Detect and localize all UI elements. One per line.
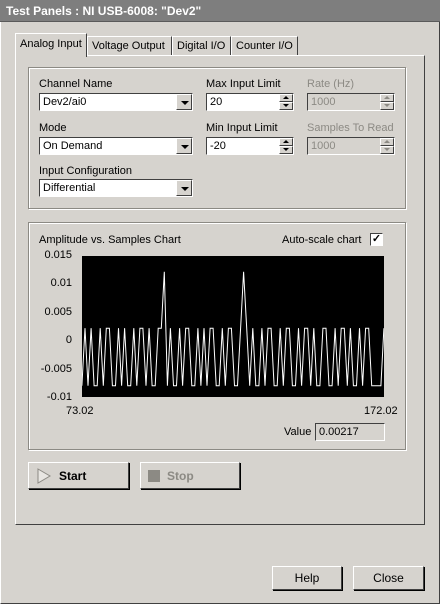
chevron-down-icon[interactable]: [176, 138, 192, 154]
increment-icon[interactable]: [279, 94, 293, 102]
y-tick-label: -0.005: [40, 363, 72, 375]
rate-field: 1000: [307, 93, 395, 111]
increment-icon: [380, 138, 394, 146]
decrement-icon[interactable]: [279, 102, 293, 110]
value-display: 0.00217: [315, 423, 385, 441]
x-tick-label: 172.02: [364, 405, 398, 417]
y-tick-label: -0.01: [46, 391, 72, 403]
tab-voltage-output[interactable]: Voltage Output: [87, 36, 172, 56]
chart-title: Amplitude vs. Samples Chart: [39, 234, 181, 246]
tab-digital-io[interactable]: Digital I/O: [172, 36, 231, 56]
decrement-icon[interactable]: [279, 146, 293, 154]
min-input-field[interactable]: -20: [206, 137, 294, 155]
start-button[interactable]: Start: [28, 462, 129, 489]
rate-value: 1000: [311, 96, 336, 108]
max-input-label: Max Input Limit: [206, 78, 281, 90]
stop-button: Stop: [140, 462, 240, 489]
start-button-label: Start: [59, 469, 87, 483]
play-icon: [37, 468, 51, 484]
samples-field: 1000: [307, 137, 395, 155]
input-config-value: Differential: [43, 182, 96, 194]
tab-analog-input[interactable]: Analog Input: [15, 33, 87, 57]
window-title: Test Panels : NI USB-6008: "Dev2": [0, 0, 440, 22]
x-tick-label: 73.02: [66, 405, 94, 417]
increment-icon: [380, 94, 394, 102]
increment-icon[interactable]: [279, 138, 293, 146]
chevron-down-icon[interactable]: [176, 180, 192, 196]
min-input-label: Min Input Limit: [206, 122, 278, 134]
close-button[interactable]: Close: [353, 566, 424, 590]
channel-name-value: Dev2/ai0: [43, 96, 87, 108]
input-config-label: Input Configuration: [39, 165, 132, 177]
chevron-down-icon[interactable]: [176, 94, 192, 110]
stop-icon: [148, 470, 160, 482]
amplitude-chart: [81, 271, 385, 387]
mode-value: On Demand: [43, 140, 103, 152]
y-tick-label: 0.01: [50, 277, 72, 289]
channel-name-label: Channel Name: [39, 78, 113, 90]
rate-label: Rate (Hz): [307, 78, 355, 90]
autoscale-checkbox[interactable]: ✓: [370, 233, 383, 246]
min-input-value: -20: [210, 140, 226, 152]
mode-label: Mode: [39, 122, 67, 134]
help-button[interactable]: Help: [272, 566, 342, 590]
y-tick-label: 0.015: [44, 249, 72, 261]
y-tick-label: 0: [65, 334, 72, 346]
autoscale-label: Auto-scale chart: [282, 234, 362, 246]
value-label: Value: [284, 426, 312, 438]
tab-counter-io[interactable]: Counter I/O: [231, 36, 298, 56]
chart-series-line: [81, 271, 385, 387]
stop-button-label: Stop: [167, 469, 194, 483]
max-input-value: 20: [210, 96, 223, 108]
input-config-select[interactable]: Differential: [39, 179, 193, 197]
y-tick-label: 0.005: [44, 306, 72, 318]
mode-select[interactable]: On Demand: [39, 137, 193, 155]
samples-label: Samples To Read: [307, 122, 394, 134]
samples-value: 1000: [311, 140, 336, 152]
decrement-icon: [380, 102, 394, 110]
decrement-icon: [380, 146, 394, 154]
channel-name-select[interactable]: Dev2/ai0: [39, 93, 193, 111]
chart-plot-area[interactable]: [81, 256, 385, 397]
max-input-field[interactable]: 20: [206, 93, 294, 111]
